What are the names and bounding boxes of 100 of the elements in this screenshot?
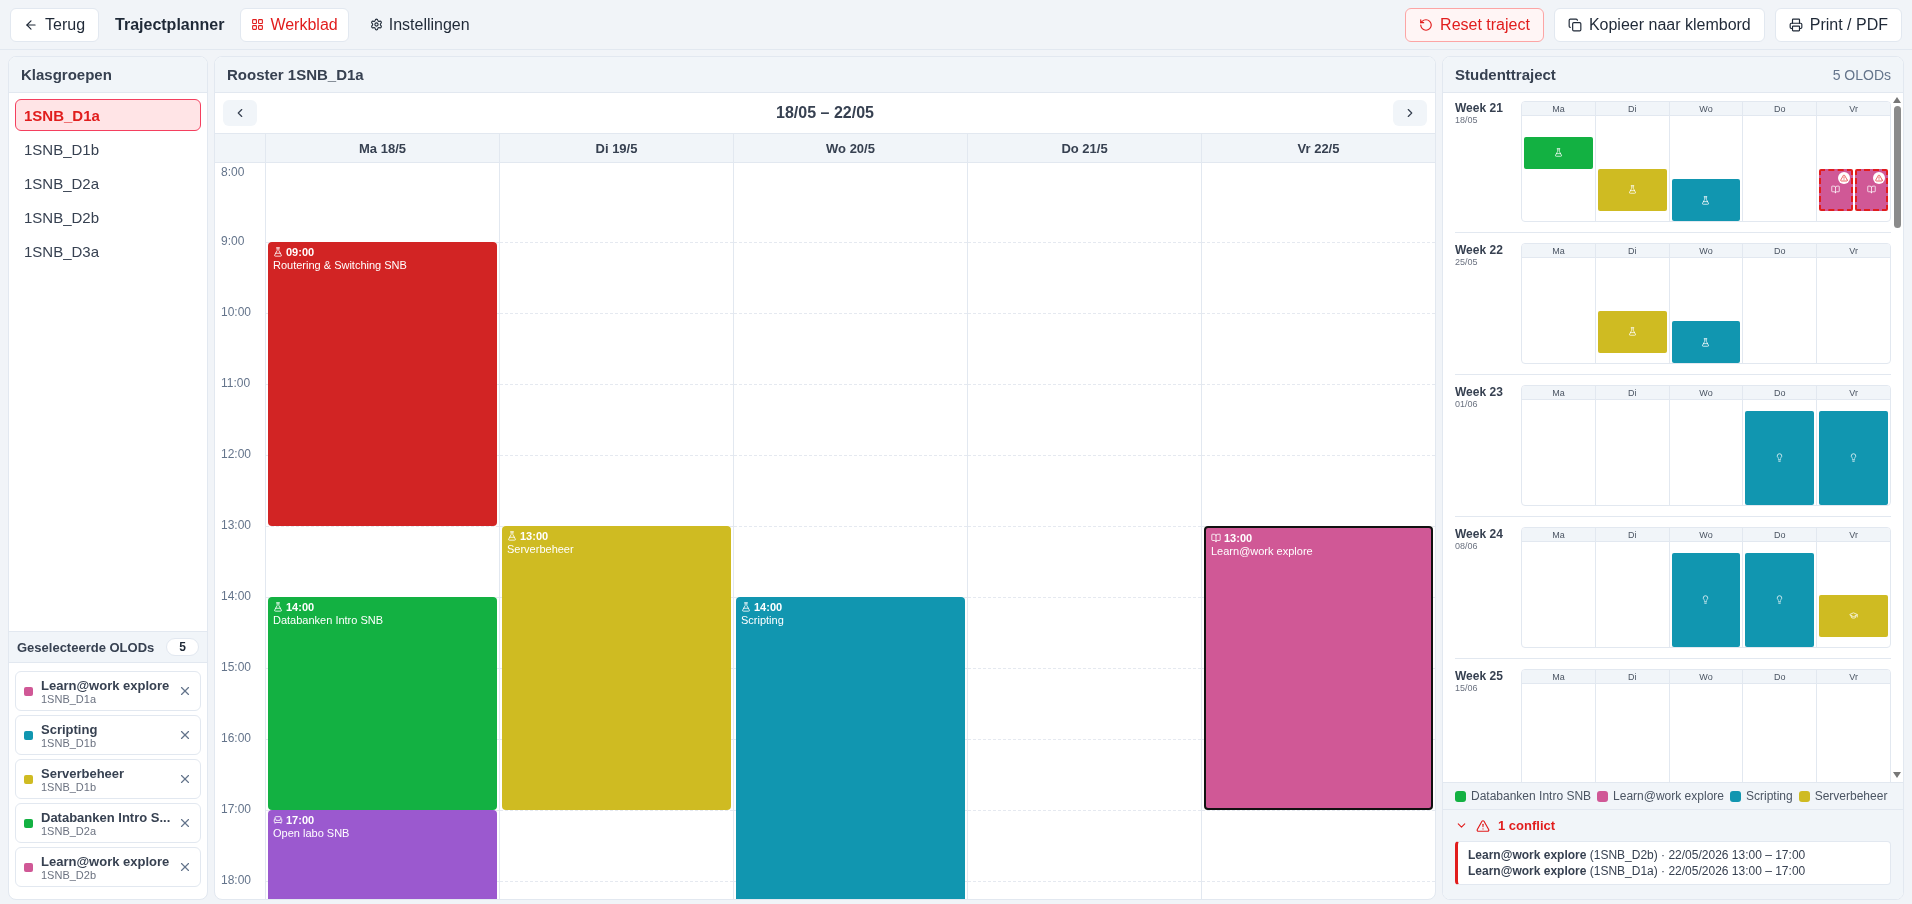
day-header: Vr <box>1817 528 1890 542</box>
class-group-item[interactable]: 1SNB_D2a <box>15 167 201 199</box>
lightbulb-icon <box>1849 453 1859 463</box>
date-range: 18/05 – 22/05 <box>776 104 874 122</box>
remove-button[interactable] <box>178 860 192 874</box>
remove-button[interactable] <box>178 772 192 786</box>
event-block[interactable]: 14:00 Scripting <box>736 597 965 899</box>
day-header: Vr <box>1817 386 1890 400</box>
day-header: Do 21/5 <box>967 134 1201 162</box>
event-block[interactable]: 14:00 Databanken Intro SNB <box>268 597 497 810</box>
course-block[interactable] <box>1671 552 1741 647</box>
course-name: Scripting <box>41 721 99 737</box>
book-icon <box>1831 185 1841 194</box>
hour-label: 16:00 <box>221 731 252 745</box>
course-count: 5 OLODs <box>1832 66 1891 83</box>
week-label: Week 25 <box>1455 669 1504 683</box>
day-header: Do <box>1743 386 1817 400</box>
close-icon <box>178 684 192 698</box>
event-block[interactable]: 17:00 Open labo SNB <box>268 810 497 899</box>
remove-button[interactable] <box>178 728 192 742</box>
reset-button[interactable]: Reset traject <box>1405 7 1544 42</box>
course-group: 1SNB_D2a <box>41 824 170 837</box>
event-time: 14:00 <box>741 601 960 613</box>
class-group-item[interactable]: 1SNB_D3a <box>15 235 201 267</box>
hour-label: 17:00 <box>221 802 252 816</box>
course-block[interactable] <box>1745 552 1815 647</box>
legend-label: Scripting <box>1746 789 1793 803</box>
copy-icon <box>1567 17 1582 32</box>
flask-icon <box>1627 327 1637 336</box>
section-title: Geselecteerde OLODs <box>17 639 155 655</box>
flask-icon <box>1701 195 1711 205</box>
event-block[interactable]: 13:00 Learn@work explore <box>1204 526 1433 810</box>
day-header: Di 19/5 <box>499 134 733 162</box>
event-title: Databanken Intro SNB <box>273 614 385 626</box>
legend-label: Learn@work explore <box>1613 789 1724 803</box>
scroll-down-icon[interactable] <box>1893 772 1901 778</box>
warning-badge <box>1873 171 1885 184</box>
day-header: Wo <box>1669 528 1743 542</box>
conflict-line: Learn@work explore (1SNB_D1a) · 22/05/2026 13:00 – 17:00 <box>1468 864 1807 878</box>
hour-label: 8:00 <box>221 165 245 179</box>
course-name: Learn@work explore <box>41 853 170 869</box>
day-header: Di <box>1595 670 1669 684</box>
hour-label: 18:00 <box>221 873 252 887</box>
scrollbar-thumb[interactable] <box>1893 106 1901 228</box>
class-group-item[interactable]: 1SNB_D2b <box>15 201 201 233</box>
week-date: 08/06 <box>1455 541 1479 551</box>
week-label: Week 23 <box>1455 385 1504 399</box>
day-header: Wo 20/5 <box>733 134 967 162</box>
day-header: Di <box>1595 102 1669 116</box>
day-header: Ma 18/5 <box>265 134 499 162</box>
day-header: Ma <box>1522 528 1595 542</box>
course-name: Serverbeheer <box>41 765 126 781</box>
remove-button[interactable] <box>178 684 192 698</box>
event-title: Open labo SNB <box>273 827 351 839</box>
tab[interactable]: Instellingen <box>358 7 481 42</box>
course-block[interactable] <box>1854 168 1888 211</box>
event-title: Routering & Switching SNB <box>273 259 408 271</box>
course-block[interactable] <box>1671 321 1741 363</box>
scroll-up-icon[interactable] <box>1893 97 1901 103</box>
event-time: 13:00 <box>1211 532 1426 544</box>
day-header: Wo <box>1669 244 1743 258</box>
flask-icon <box>273 247 283 257</box>
course-block[interactable] <box>1745 410 1815 505</box>
week-date: 18/05 <box>1455 115 1479 125</box>
week-date: 25/05 <box>1455 257 1479 267</box>
week-label: Week 24 <box>1455 527 1504 541</box>
event-time: 09:00 <box>273 246 492 258</box>
print-button[interactable]: Print / PDF <box>1774 7 1902 42</box>
event-block[interactable]: 09:00 Routering & Switching SNB <box>268 242 497 526</box>
day-header: Vr <box>1817 102 1890 116</box>
graduation-cap-icon <box>1849 611 1859 620</box>
flask-icon <box>741 602 751 612</box>
class-group-item[interactable]: 1SNB_D1b <box>15 133 201 165</box>
event-title: Scripting <box>741 614 785 626</box>
course-group: 1SNB_D1a <box>41 692 170 705</box>
tab[interactable]: Werkblad <box>240 7 349 42</box>
close-icon <box>178 772 192 786</box>
flask-icon <box>507 531 517 541</box>
back-button[interactable]: Terug <box>10 7 100 42</box>
copy-button[interactable]: Kopieer naar klembord <box>1553 7 1765 42</box>
event-time: 17:00 <box>273 814 492 826</box>
week-date: 01/06 <box>1455 399 1479 409</box>
day-header: Vr 22/5 <box>1201 134 1435 162</box>
event-time: 14:00 <box>273 601 492 613</box>
day-header: Ma <box>1522 670 1595 684</box>
course-block[interactable] <box>1671 179 1741 221</box>
panel-title: Rooster 1SNB_D1a <box>227 66 364 83</box>
remove-button[interactable] <box>178 816 192 830</box>
flask-icon <box>1701 337 1711 347</box>
course-name: Learn@work explore <box>41 677 170 693</box>
day-header: Wo <box>1669 386 1743 400</box>
course-block[interactable] <box>1819 168 1853 211</box>
panel-title: Klasgroepen <box>21 66 112 83</box>
close-icon <box>178 816 192 830</box>
day-header: Ma <box>1522 386 1595 400</box>
conflict-toggle[interactable]: 1 conflict <box>1455 818 1556 833</box>
day-header: Vr <box>1817 670 1890 684</box>
class-group-item[interactable]: 1SNB_D1a <box>15 99 201 131</box>
chair-icon <box>273 815 283 825</box>
day-header: Ma <box>1522 244 1595 258</box>
